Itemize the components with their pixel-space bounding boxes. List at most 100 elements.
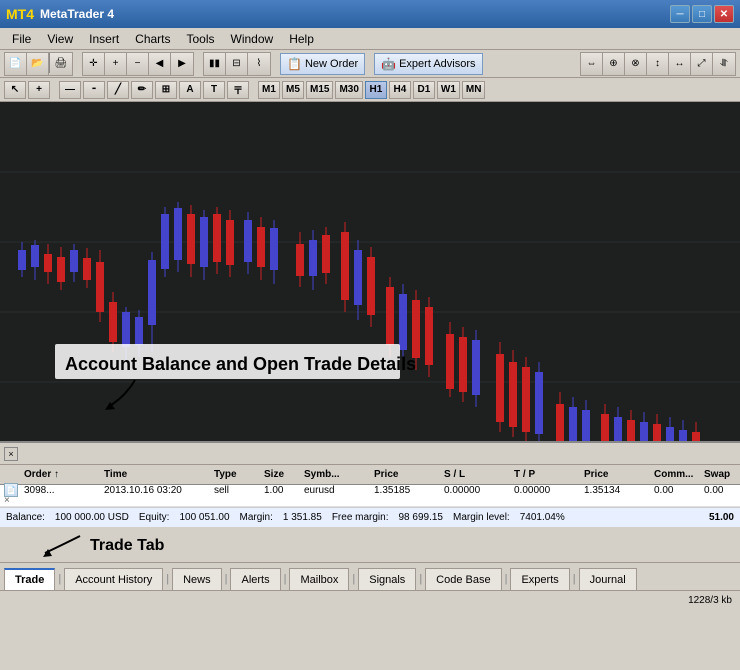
- tf-m5[interactable]: M5: [282, 81, 304, 99]
- trendline-tool[interactable]: ╱: [107, 81, 129, 99]
- balance-row: Balance: 100 000.00 USD Equity: 100 051.…: [0, 507, 740, 527]
- tab-mailbox[interactable]: Mailbox: [289, 568, 349, 590]
- tab-codebase[interactable]: Code Base: [425, 568, 501, 590]
- margin-level-value: 7401.04%: [520, 512, 565, 523]
- row-order: 3098...: [22, 485, 102, 496]
- tab-separator-4: |: [282, 568, 289, 590]
- text-tool[interactable]: A: [179, 81, 201, 99]
- zoom-tool4[interactable]: ↕: [647, 53, 669, 75]
- tab-trade[interactable]: Trade: [4, 568, 55, 590]
- menu-bar: File View Insert Charts Tools Window Hel…: [0, 28, 740, 50]
- app-title: MetaTrader 4: [40, 7, 114, 21]
- trade-tab-arrow: [10, 531, 90, 561]
- crosshair-tool[interactable]: +: [28, 81, 50, 99]
- tf-w1[interactable]: W1: [437, 81, 460, 99]
- trade-panel-close[interactable]: ×: [4, 447, 18, 461]
- candle-chart-button[interactable]: ⊟: [226, 53, 248, 75]
- tf-h4[interactable]: H4: [389, 81, 411, 99]
- trade-panel: × Order ↑ Time Type Size Symb... Price S…: [0, 442, 740, 527]
- tf-mn[interactable]: MN: [462, 81, 486, 99]
- scroll-right-button[interactable]: ▶: [171, 53, 193, 75]
- tf-m1[interactable]: M1: [258, 81, 280, 99]
- line-tool[interactable]: —: [59, 81, 81, 99]
- status-bar: 1228/3 kb: [0, 590, 740, 610]
- crosshair-button[interactable]: ✛: [83, 53, 105, 75]
- col-swap: Swap: [702, 469, 740, 480]
- trade-tab-annotation: Trade Tab: [90, 537, 164, 555]
- row-symbol: eurusd: [302, 485, 372, 496]
- pen-tool[interactable]: ✏: [131, 81, 153, 99]
- line-chart-button[interactable]: ⌇: [248, 53, 270, 75]
- toolbar1: 📄 📂 🖨 ✛ + − ◀ ▶ ▮▮ ⊟ ⌇ 📋 New Order 🤖 Exp…: [0, 50, 740, 78]
- margin-value: 1 351.85: [283, 512, 322, 523]
- menu-insert[interactable]: Insert: [81, 30, 127, 48]
- menu-charts[interactable]: Charts: [127, 30, 178, 48]
- tab-alerts[interactable]: Alerts: [230, 568, 280, 590]
- row-swap: 0.00: [702, 485, 740, 496]
- row-size: 1.00: [262, 485, 302, 496]
- close-button[interactable]: ✕: [714, 5, 734, 23]
- menu-file[interactable]: File: [4, 30, 39, 48]
- col-symbol: Symb...: [302, 469, 372, 480]
- menu-help[interactable]: Help: [281, 30, 322, 48]
- tf-m15[interactable]: M15: [306, 81, 333, 99]
- zoom-out-button[interactable]: −: [127, 53, 149, 75]
- title-bar-controls: ─ □ ✕: [670, 5, 734, 23]
- zoom-tool6[interactable]: ⤢: [691, 53, 713, 75]
- tab-account-history[interactable]: Account History: [64, 568, 163, 590]
- menu-window[interactable]: Window: [223, 30, 282, 48]
- row-type: sell: [212, 485, 262, 496]
- zoom-tool5[interactable]: ↔: [669, 53, 691, 75]
- tab-journal[interactable]: Journal: [579, 568, 637, 590]
- tf-m30[interactable]: M30: [335, 81, 362, 99]
- zoom-tool7[interactable]: ⥯: [713, 53, 735, 75]
- candlestick-chart: Account Balance and Open Trade Details: [0, 102, 740, 441]
- row-tp: 0.00000: [512, 485, 582, 496]
- new-order-label: New Order: [305, 58, 358, 70]
- row-price: 1.35185: [372, 485, 442, 496]
- new-order-button[interactable]: 📋 New Order: [280, 53, 365, 75]
- tab-separator-8: |: [571, 568, 578, 590]
- zoom-tool1[interactable]: ⇔: [581, 53, 603, 75]
- minimize-button[interactable]: ─: [670, 5, 690, 23]
- col-tp: T / P: [512, 469, 582, 480]
- tab-signals[interactable]: Signals: [358, 568, 416, 590]
- file-tools: 📄 📂 🖨: [4, 52, 73, 76]
- fib-tool[interactable]: 〒: [227, 81, 249, 99]
- cursor-tool[interactable]: ↖: [4, 81, 26, 99]
- menu-tools[interactable]: Tools: [179, 30, 223, 48]
- tf-h1[interactable]: H1: [365, 81, 387, 99]
- zoom-in-button[interactable]: +: [105, 53, 127, 75]
- total-profit-value: 51.00: [709, 512, 734, 523]
- open-button[interactable]: 📂: [27, 53, 49, 75]
- zoom-tool2[interactable]: ⊕: [603, 53, 625, 75]
- tab-news[interactable]: News: [172, 568, 222, 590]
- print-button[interactable]: 🖨: [50, 53, 72, 75]
- maximize-button[interactable]: □: [692, 5, 712, 23]
- col-size: Size: [262, 469, 302, 480]
- margin-label: Margin:: [240, 512, 273, 523]
- row-price2: 1.35134: [582, 485, 652, 496]
- row-close[interactable]: ×: [2, 495, 22, 506]
- trade-panel-header: ×: [0, 443, 740, 465]
- zoom-tool3[interactable]: ⊗: [625, 53, 647, 75]
- label-tool[interactable]: T: [203, 81, 225, 99]
- tab-experts[interactable]: Experts: [510, 568, 569, 590]
- menu-view[interactable]: View: [39, 30, 81, 48]
- bar-chart-button[interactable]: ▮▮: [204, 53, 226, 75]
- memory-status: 1228/3 kb: [688, 595, 732, 606]
- col-comm: Comm...: [652, 469, 702, 480]
- hline-tool[interactable]: ⁃: [83, 81, 105, 99]
- col-type: Type: [212, 469, 262, 480]
- grid-tool[interactable]: ⊞: [155, 81, 177, 99]
- title-bar-left: MT4 MetaTrader 4: [6, 6, 114, 22]
- balance-value: 100 000.00 USD: [55, 512, 129, 523]
- chart-area[interactable]: Account Balance and Open Trade Details: [0, 102, 740, 442]
- tf-d1[interactable]: D1: [413, 81, 435, 99]
- new-chart-button[interactable]: 📄: [5, 53, 27, 75]
- scroll-left-button[interactable]: ◀: [149, 53, 171, 75]
- margin-level-label: Margin level:: [453, 512, 510, 523]
- col-price: Price: [372, 469, 442, 480]
- expert-advisors-button[interactable]: 🤖 Expert Advisors: [374, 53, 482, 75]
- table-column-headers: Order ↑ Time Type Size Symb... Price S /…: [0, 465, 740, 485]
